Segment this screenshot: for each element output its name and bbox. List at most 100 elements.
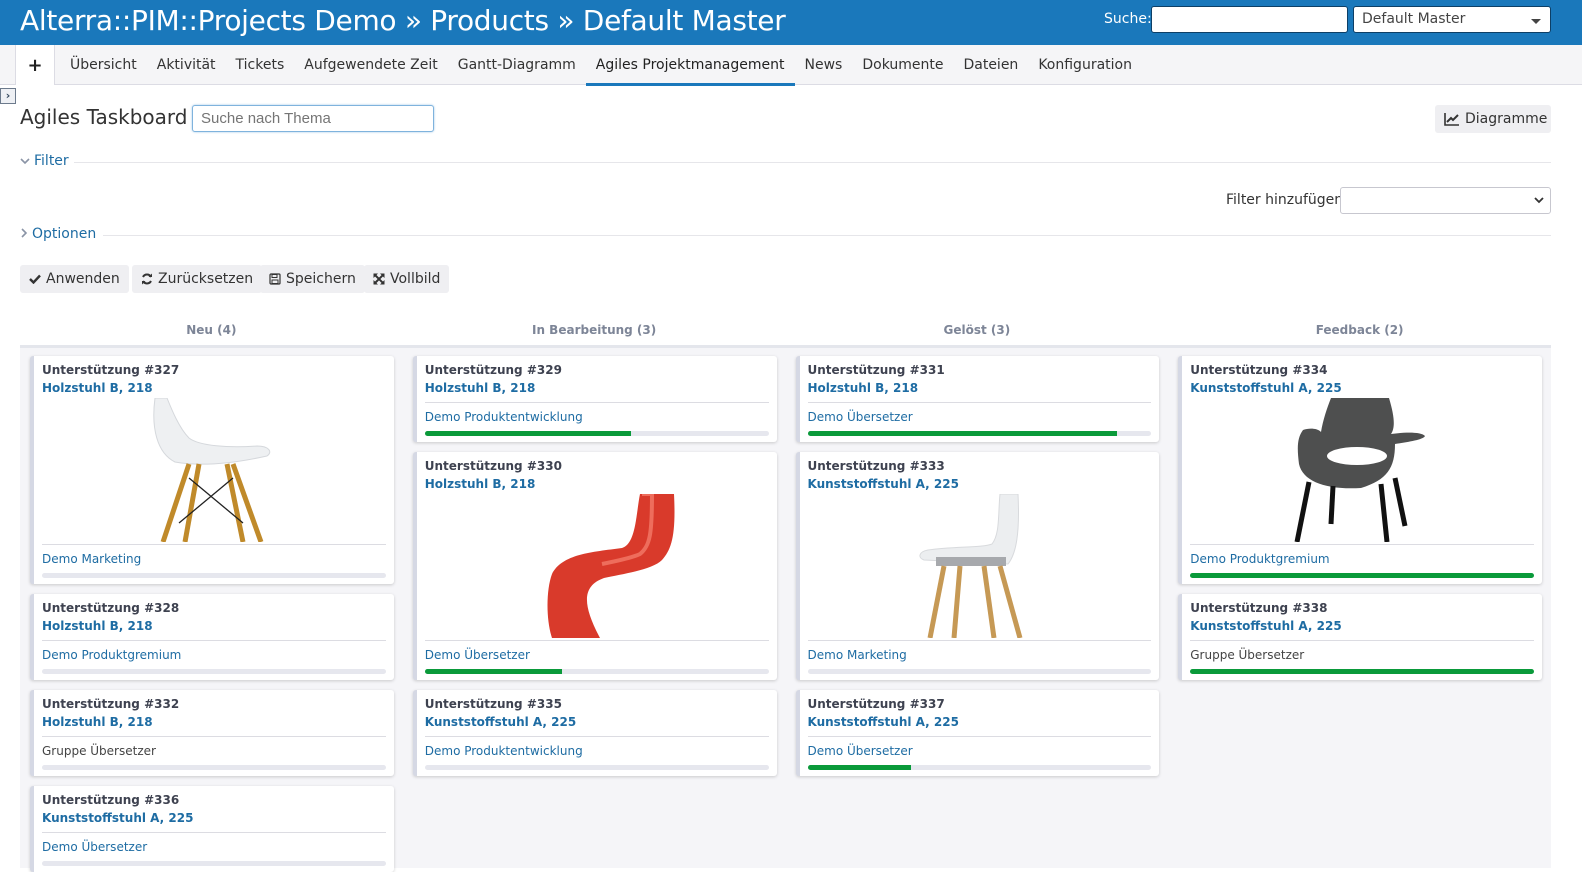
floppy-disk-icon xyxy=(269,273,281,285)
issue-card[interactable]: Unterstützung #337 Kunststoffstuhl A, 225… xyxy=(795,690,1160,776)
assignee-link[interactable]: Demo Produktgremium xyxy=(42,645,386,665)
assignee-link[interactable]: Demo Übersetzer xyxy=(425,645,769,665)
issue-id[interactable]: Unterstützung #334 xyxy=(1190,362,1534,378)
card-divider xyxy=(424,402,769,403)
progress-bar xyxy=(42,669,386,674)
board-column: Unterstützung #329 Holzstuhl B, 218 Demo P… xyxy=(403,354,786,868)
card-divider xyxy=(42,736,386,737)
fullscreen-button[interactable]: Vollbild xyxy=(364,265,450,293)
filter-legend-label: Filter xyxy=(34,153,69,169)
card-divider xyxy=(42,832,386,833)
agile-board: Neu (4) In Bearbeitung (3) Gelöst (3) Feedb… xyxy=(20,316,1551,872)
subject-search-input[interactable] xyxy=(192,105,434,132)
progress-fill xyxy=(424,669,563,674)
issue-subject-link[interactable]: Holzstuhl B, 218 xyxy=(42,616,386,636)
charts-button[interactable]: Diagramme xyxy=(1435,105,1551,133)
issue-card[interactable]: Unterstützung #331 Holzstuhl B, 218 Demo Ü… xyxy=(795,356,1160,442)
issue-subject-link[interactable]: Holzstuhl B, 218 xyxy=(808,378,1152,398)
line-chart-icon xyxy=(1444,113,1459,126)
assignee-link[interactable]: Demo Übersetzer xyxy=(808,407,1152,427)
progress-bar xyxy=(1190,669,1534,674)
tab-agiles-projektmanagement[interactable]: Agiles Projektmanagement xyxy=(585,45,795,86)
issue-subject-link[interactable]: Kunststoffstuhl A, 225 xyxy=(1190,616,1534,636)
issue-id[interactable]: Unterstützung #337 xyxy=(808,696,1152,712)
issue-card[interactable]: Unterstützung #338 Kunststoffstuhl A, 225… xyxy=(1178,594,1542,680)
card-divider xyxy=(424,640,769,641)
assignee-link[interactable]: Demo Marketing xyxy=(808,645,1152,665)
assignee-link[interactable]: Demo Marketing xyxy=(42,549,386,569)
quick-search-input[interactable] xyxy=(1151,6,1348,33)
assignee-link[interactable]: Demo Übersetzer xyxy=(42,837,386,857)
issue-card[interactable]: Unterstützung #329 Holzstuhl B, 218 Demo P… xyxy=(412,356,777,442)
assignee-link[interactable]: Demo Produktgremium xyxy=(1190,549,1534,569)
issue-subject-link[interactable]: Holzstuhl B, 218 xyxy=(42,378,386,398)
tab-konfiguration[interactable]: Konfiguration xyxy=(1028,45,1142,85)
progress-fill xyxy=(807,431,1117,436)
issue-subject-link[interactable]: Kunststoffstuhl A, 225 xyxy=(808,712,1152,732)
tab-tickets[interactable]: Tickets xyxy=(226,45,295,85)
progress-fill xyxy=(1190,669,1534,674)
issue-card[interactable]: Unterstützung #336 Kunststoffstuhl A, 225… xyxy=(30,786,394,872)
tab-dateien[interactable]: Dateien xyxy=(953,45,1028,85)
issue-card[interactable]: Unterstützung #334 Kunststoffstuhl A, 225… xyxy=(1178,356,1542,584)
issue-card[interactable]: Unterstützung #330 Holzstuhl B, 218 Demo Ü… xyxy=(412,452,777,680)
issue-card[interactable]: Unterstützung #333 Kunststoffstuhl A, 225… xyxy=(795,452,1160,680)
issue-id[interactable]: Unterstützung #336 xyxy=(42,792,386,808)
tab-aufgewendete-zeit[interactable]: Aufgewendete Zeit xyxy=(294,45,447,85)
issue-subject-link[interactable]: Kunststoffstuhl A, 225 xyxy=(808,474,1152,494)
issue-subject-link[interactable]: Kunststoffstuhl A, 225 xyxy=(425,712,769,732)
chevron-down-icon xyxy=(20,155,30,168)
issue-subject-link[interactable]: Holzstuhl B, 218 xyxy=(425,474,769,494)
issue-card[interactable]: Unterstützung #335 Kunststoffstuhl A, 225… xyxy=(412,690,777,776)
fullscreen-button-label: Vollbild xyxy=(390,271,441,287)
issue-id[interactable]: Unterstützung #327 xyxy=(42,362,386,378)
issue-subject-link[interactable]: Holzstuhl B, 218 xyxy=(425,378,769,398)
issue-card[interactable]: Unterstützung #327 Holzstuhl B, 218 Demo M… xyxy=(30,356,394,584)
column-header: Neu (4) xyxy=(186,323,237,337)
card-divider xyxy=(807,402,1152,403)
issue-subject-link[interactable]: Kunststoffstuhl A, 225 xyxy=(42,808,386,828)
options-toggle[interactable]: Optionen xyxy=(20,226,96,242)
issue-card[interactable]: Unterstützung #328 Holzstuhl B, 218 Demo P… xyxy=(30,594,394,680)
issue-id[interactable]: Unterstützung #332 xyxy=(42,696,386,712)
tab-aktivität[interactable]: Aktivität xyxy=(147,45,226,85)
save-button[interactable]: Speichern xyxy=(260,265,365,293)
add-filter-select[interactable] xyxy=(1340,187,1551,214)
tab-news[interactable]: News xyxy=(795,45,853,85)
issue-id[interactable]: Unterstützung #338 xyxy=(1190,600,1534,616)
chevron-right-icon xyxy=(20,227,28,241)
tab-dokumente[interactable]: Dokumente xyxy=(852,45,953,85)
tab-gantt-diagramm[interactable]: Gantt-Diagramm xyxy=(448,45,586,85)
progress-fill xyxy=(1190,573,1534,578)
assignee-link[interactable]: Demo Produktentwicklung xyxy=(425,741,769,761)
column-header: In Bearbeitung (3) xyxy=(532,323,657,337)
issue-id[interactable]: Unterstützung #330 xyxy=(425,458,769,474)
issue-card[interactable]: Unterstützung #332 Holzstuhl B, 218 Gruppe… xyxy=(30,690,394,776)
progress-bar xyxy=(424,765,769,770)
issue-id[interactable]: Unterstützung #328 xyxy=(42,600,386,616)
issue-subject-link[interactable]: Kunststoffstuhl A, 225 xyxy=(1190,378,1534,398)
assignee-link[interactable]: Demo Produktentwicklung xyxy=(425,407,769,427)
assignee-group: Gruppe Übersetzer xyxy=(42,744,156,758)
assignee-group: Gruppe Übersetzer xyxy=(1190,648,1305,662)
issue-subject-link[interactable]: Holzstuhl B, 218 xyxy=(42,712,386,732)
issue-id[interactable]: Unterstützung #335 xyxy=(425,696,769,712)
issue-id[interactable]: Unterstützung #329 xyxy=(425,362,769,378)
issue-id[interactable]: Unterstützung #331 xyxy=(808,362,1152,378)
tab-übersicht[interactable]: Übersicht xyxy=(60,45,147,85)
card-divider xyxy=(807,640,1152,641)
sidebar-toggle-chevron-icon[interactable]: › xyxy=(0,88,16,104)
issue-id[interactable]: Unterstützung #333 xyxy=(808,458,1152,474)
progress-bar xyxy=(42,573,386,578)
new-object-button[interactable]: + xyxy=(15,45,55,85)
project-breadcrumb-title[interactable]: Alterra::PIM::Projects Demo » Products »… xyxy=(20,4,786,37)
filter-toggle[interactable]: Filter xyxy=(20,153,69,169)
apply-button-label: Anwenden xyxy=(46,271,120,287)
assignee-link[interactable]: Demo Übersetzer xyxy=(808,741,1152,761)
progress-bar xyxy=(42,861,386,866)
reset-button[interactable]: Zurücksetzen xyxy=(132,265,263,293)
card-divider xyxy=(1190,640,1534,641)
board-column: Unterstützung #331 Holzstuhl B, 218 Demo Ü… xyxy=(786,354,1169,868)
apply-button[interactable]: Anwenden xyxy=(20,265,129,293)
project-jump-select[interactable]: Default Master xyxy=(1353,6,1551,33)
